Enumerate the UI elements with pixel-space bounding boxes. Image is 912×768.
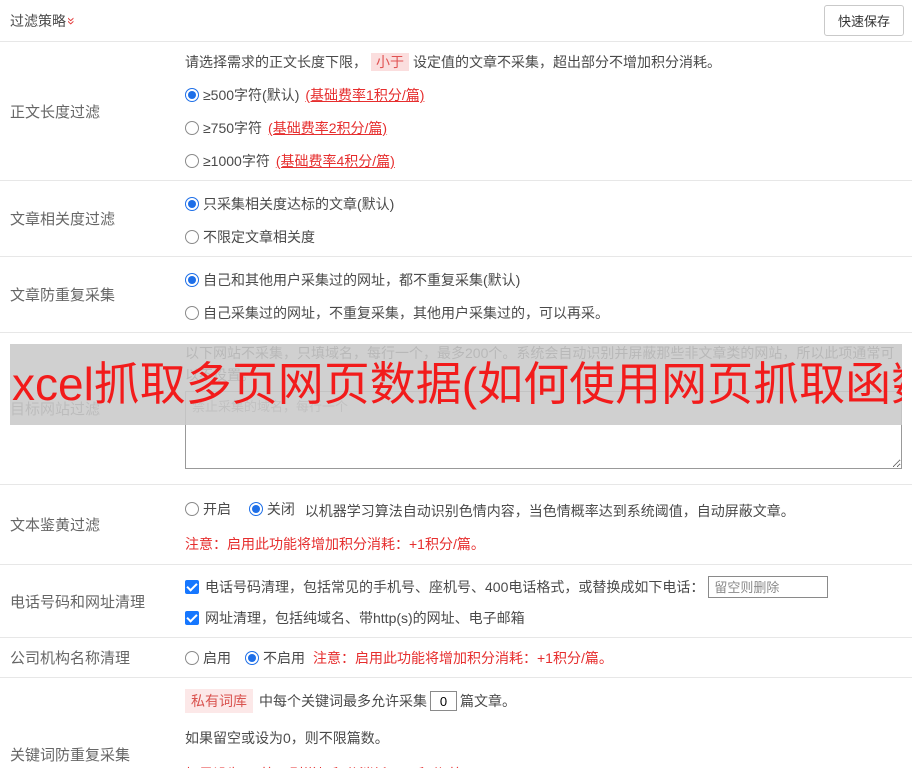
section-company-clean: 公司机构名称清理 启用 不启用 注意：启用此功能将增加积分消耗：+1积分/篇。 — [0, 637, 912, 677]
section-label: 文章防重复采集 — [10, 287, 116, 304]
page-title: 过滤策略 — [10, 12, 66, 29]
radio-icon[interactable] — [185, 273, 199, 287]
option-label: ≥750字符 — [203, 120, 263, 136]
section-label: 关键词防重复采集 — [10, 746, 131, 764]
radio-icon[interactable] — [185, 121, 199, 135]
radio-icon[interactable] — [185, 197, 199, 211]
porn-filter-note: 注意：启用此功能将增加积分消耗：+1积分/篇。 — [185, 536, 485, 552]
section-relevance-filter: 文章相关度过滤 只采集相关度达标的文章(默认) 不限定文章相关度 — [0, 180, 912, 256]
company-clean-note: 注意：启用此功能将增加积分消耗：+1积分/篇。 — [313, 649, 613, 666]
option-label: 自己采集过的网址，不重复采集，其他用户采集过的，可以再采。 — [203, 305, 609, 321]
option-label: 关闭 — [266, 501, 295, 517]
watermark-banner: xcel抓取多页网页数据(如何使用网页抓取函数(u — [10, 344, 902, 425]
option-label: 启用 — [203, 649, 231, 666]
porn-option-on[interactable]: 开启 — [185, 499, 231, 519]
less-than-badge: 小于 — [371, 53, 409, 71]
radio-icon[interactable] — [185, 154, 199, 168]
section-keyword-dedup: 关键词防重复采集 私有词库 中每个关键词最多允许采集 篇文章。 如果留空或设为0… — [0, 677, 912, 768]
company-option-off[interactable]: 不启用 — [245, 648, 305, 668]
relevance-option-strict[interactable]: 只采集相关度达标的文章(默认) — [185, 194, 902, 214]
length-option-500[interactable]: ≥500字符(默认) (基础费率1积分/篇) — [185, 85, 902, 105]
section-content-length-filter: 正文长度过滤 请选择需求的正文长度下限， 小于 设定值的文章不采集，超出部分不增加积… — [0, 41, 912, 180]
private-dict-badge: 私有词库 — [185, 689, 253, 713]
option-fee: (基础费率4积分/篇) — [275, 153, 395, 169]
replacement-phone-input[interactable] — [708, 576, 829, 598]
keyword-line1-mid: 中每个关键词最多允许采集 — [259, 693, 427, 709]
radio-icon[interactable] — [185, 650, 199, 665]
page-title-wrap: 过滤策略» — [10, 11, 80, 31]
keyword-line3: 如果设为1-4篇，则增加积分消耗：+2积分/篇。 — [185, 763, 902, 768]
radio-icon[interactable] — [185, 502, 199, 516]
section-label: 文本鉴黄过滤 — [10, 517, 101, 534]
option-label: ≥500字符(默认) — [203, 87, 300, 103]
porn-option-off[interactable]: 关闭 — [248, 499, 295, 519]
phone-clean-checkbox[interactable] — [185, 580, 199, 594]
section-dedup-collect: 文章防重复采集 自己和其他用户采集过的网址，都不重复采集(默认) 自己采集过的网… — [0, 256, 912, 332]
intro-pre: 请选择需求的正文长度下限， — [185, 54, 367, 70]
radio-icon[interactable] — [185, 88, 199, 102]
dedup-option-self-only[interactable]: 自己采集过的网址，不重复采集，其他用户采集过的，可以再采。 — [185, 303, 902, 323]
section-porn-filter: 文本鉴黄过滤 开启 关闭 以机器学习算法自动识别色情内容，当色情概率达到系统阈值… — [0, 484, 912, 564]
section-label: 电话号码和网址清理 — [10, 593, 146, 611]
url-clean-checkbox[interactable] — [185, 611, 199, 625]
length-filter-intro: 请选择需求的正文长度下限， 小于 设定值的文章不采集，超出部分不增加积分消耗。 — [185, 51, 902, 73]
relevance-option-any[interactable]: 不限定文章相关度 — [185, 227, 902, 247]
chevron-double-down-icon[interactable]: » — [64, 17, 80, 25]
option-label: 不启用 — [263, 649, 305, 666]
section-label: 正文长度过滤 — [10, 103, 101, 121]
company-option-on[interactable]: 启用 — [185, 648, 231, 668]
header: 过滤策略» 快速保存 — [0, 0, 912, 41]
intro-post: 设定值的文章不采集，超出部分不增加积分消耗。 — [413, 54, 721, 70]
option-label: 自己和其他用户采集过的网址，都不重复采集(默认) — [203, 272, 521, 288]
keyword-line2: 如果留空或设为0，则不限篇数。 — [185, 730, 389, 746]
length-option-750[interactable]: ≥750字符 (基础费率2积分/篇) — [185, 118, 902, 138]
quick-save-button[interactable]: 快速保存 — [823, 5, 904, 36]
radio-icon[interactable] — [245, 650, 259, 665]
section-phone-url-clean: 电话号码和网址清理 电话号码清理，包括常见的手机号、座机号、400电话格式，或替… — [0, 564, 912, 637]
option-label: 开启 — [203, 501, 231, 517]
section-label: 公司机构名称清理 — [10, 650, 131, 667]
keyword-line1-end: 篇文章。 — [460, 693, 516, 709]
keyword-count-input[interactable] — [430, 691, 457, 711]
dedup-option-all-users[interactable]: 自己和其他用户采集过的网址，都不重复采集(默认) — [185, 270, 902, 290]
option-fee: (基础费率2积分/篇) — [268, 120, 388, 136]
section-label: 文章相关度过滤 — [10, 211, 116, 228]
length-option-1000[interactable]: ≥1000字符 (基础费率4积分/篇) — [185, 151, 902, 171]
phone-clean-label: 电话号码清理，包括常见的手机号、座机号、400电话格式，或替换成如下电话： — [205, 579, 705, 595]
option-fee: (基础费率1积分/篇) — [305, 87, 425, 103]
option-label: 不限定文章相关度 — [203, 229, 315, 245]
option-label: ≥1000字符 — [203, 153, 270, 169]
porn-filter-desc: 以机器学习算法自动识别色情内容，当色情概率达到系统阈值，自动屏蔽文章。 — [304, 503, 795, 519]
url-clean-label: 网址清理，包括纯域名、带http(s)的网址、电子邮箱 — [205, 610, 525, 626]
radio-icon[interactable] — [185, 306, 199, 320]
option-label: 只采集相关度达标的文章(默认) — [203, 196, 395, 212]
radio-icon[interactable] — [185, 230, 199, 244]
radio-icon[interactable] — [248, 502, 263, 516]
watermark-title: xcel抓取多页网页数据(如何使用网页抓取函数(u — [12, 358, 902, 410]
